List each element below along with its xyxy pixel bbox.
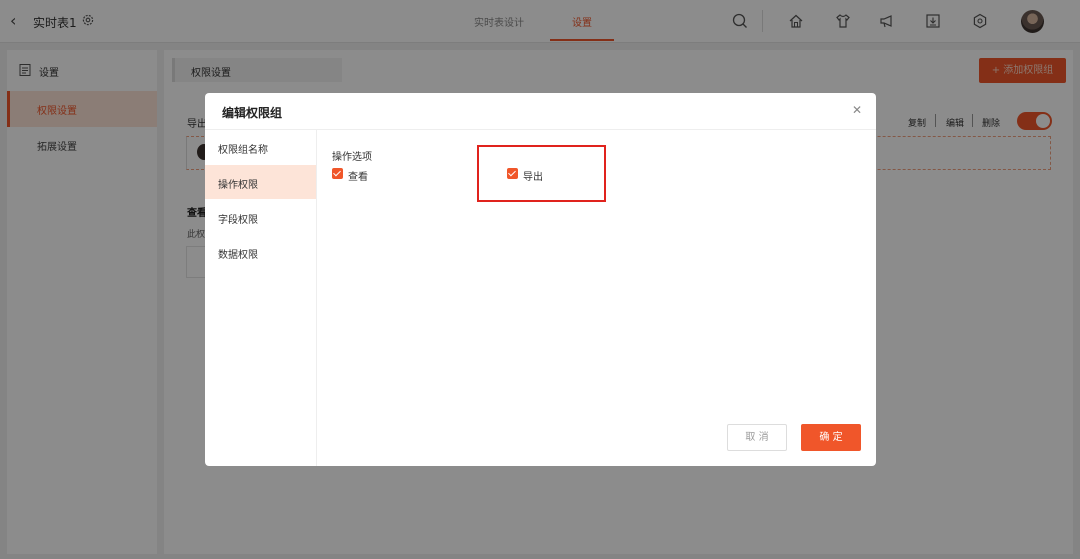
dialog-nav: 权限组名称 操作权限 字段权限 数据权限 bbox=[205, 130, 317, 466]
dialog-title: 编辑权限组 bbox=[222, 106, 283, 120]
ok-button[interactable]: 确 定 bbox=[801, 424, 861, 451]
view-checkbox-label: 查看 bbox=[348, 172, 368, 183]
view-checkbox[interactable] bbox=[332, 168, 343, 179]
edit-group-dialog: 编辑权限组 ✕ 权限组名称 操作权限 字段权限 数据权限 操作选项 查看 导出 … bbox=[205, 93, 876, 466]
nav-label: 字段权限 bbox=[218, 215, 258, 226]
close-icon[interactable]: ✕ bbox=[849, 102, 865, 118]
nav-label: 权限组名称 bbox=[218, 145, 268, 156]
nav-label: 操作权限 bbox=[218, 180, 258, 191]
nav-group-name[interactable]: 权限组名称 bbox=[205, 130, 316, 164]
dialog-header: 编辑权限组 ✕ bbox=[205, 93, 876, 130]
cancel-button[interactable]: 取 消 bbox=[727, 424, 787, 451]
nav-data-permissions[interactable]: 数据权限 bbox=[205, 235, 316, 269]
export-checkbox-label: 导出 bbox=[523, 172, 543, 183]
export-checkbox[interactable] bbox=[507, 168, 518, 179]
nav-field-permissions[interactable]: 字段权限 bbox=[205, 200, 316, 234]
nav-operation-permissions[interactable]: 操作权限 bbox=[205, 165, 316, 199]
nav-label: 数据权限 bbox=[218, 250, 258, 261]
options-title: 操作选项 bbox=[332, 152, 372, 163]
